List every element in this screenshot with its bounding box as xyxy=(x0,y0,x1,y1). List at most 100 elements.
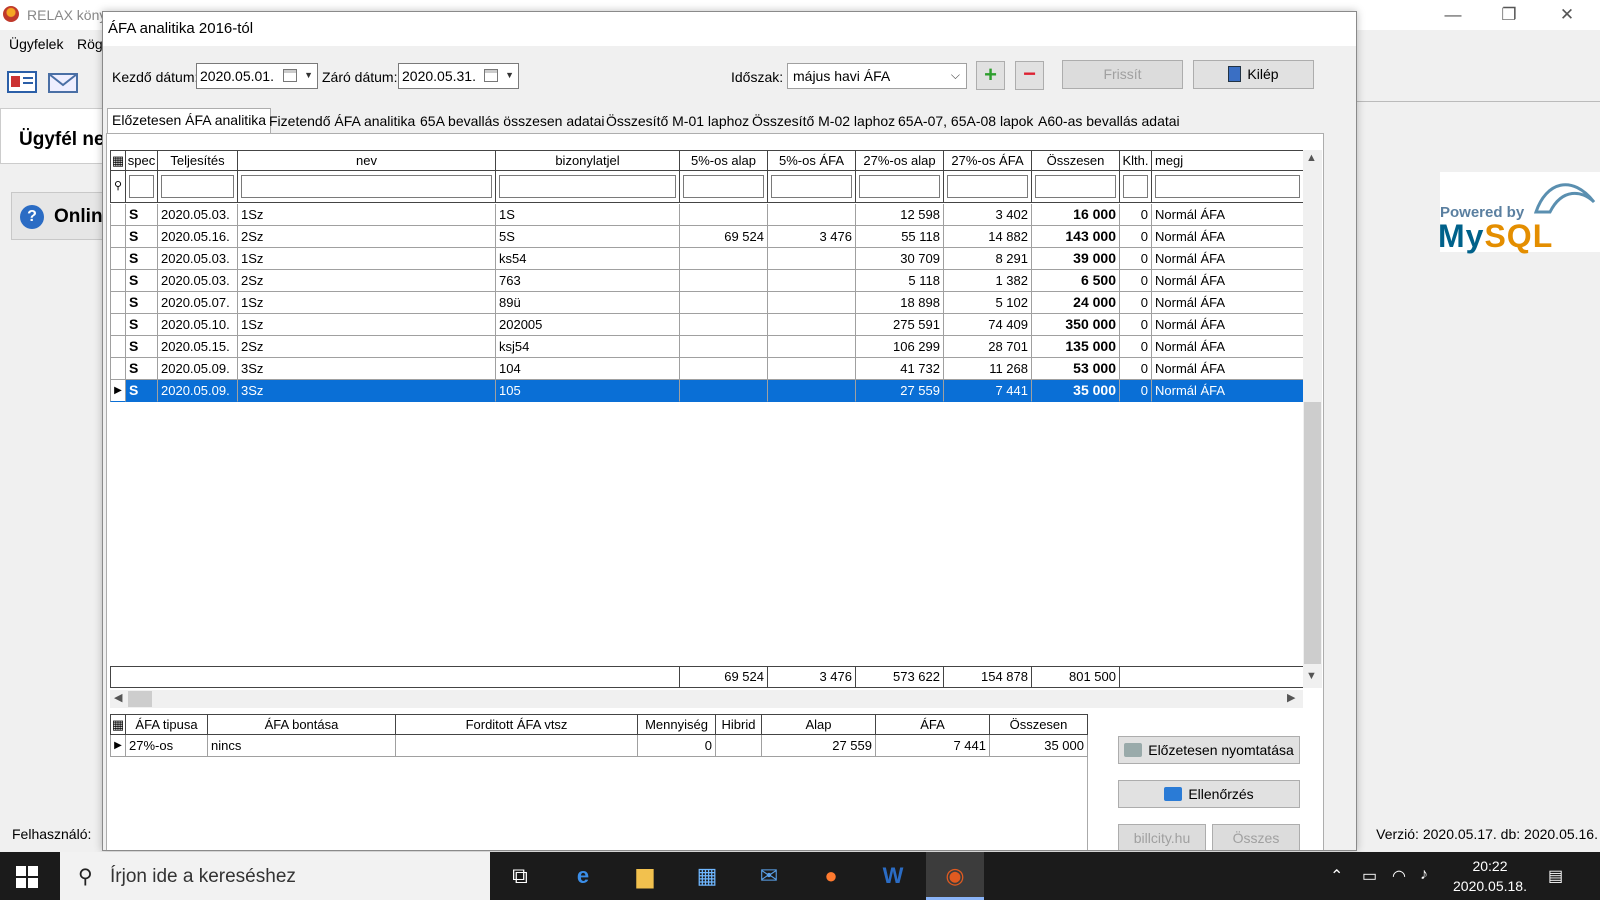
volume-icon[interactable]: ♪ xyxy=(1420,866,1428,884)
filter-alap5[interactable] xyxy=(680,171,768,203)
tab-m02[interactable]: Összesítő M-02 laphoz xyxy=(748,111,899,133)
filter-alap27[interactable] xyxy=(856,171,944,203)
end-date-picker[interactable]: 2020.05.31. ▼ xyxy=(398,63,519,89)
col-megj[interactable]: megj xyxy=(1152,150,1304,171)
grid-vertical-scrollbar[interactable]: ▲ ▼ xyxy=(1303,150,1322,688)
scroll-thumb[interactable] xyxy=(1304,402,1321,664)
col-klth[interactable]: Klth. xyxy=(1120,150,1152,171)
close-icon[interactable]: ✕ xyxy=(1544,2,1590,28)
filter-megj[interactable] xyxy=(1152,171,1304,203)
grid-horizontal-scrollbar[interactable]: ◀ ▶ xyxy=(110,690,1303,708)
chevron-up-icon[interactable]: ⌃ xyxy=(1330,866,1343,886)
wifi-icon[interactable]: ◠ xyxy=(1392,866,1406,886)
table-row[interactable]: S 2020.05.03. 1Sz 1S 12 598 3 402 16 000 0 Normá… xyxy=(110,204,1304,226)
tab-elozetesen[interactable]: Előzetesen ÁFA analitika xyxy=(107,108,272,134)
address-card-icon[interactable] xyxy=(6,68,40,98)
refresh-button[interactable]: Frissít xyxy=(1062,60,1183,89)
mail-icon[interactable]: ✉ xyxy=(740,852,798,900)
col-alap27[interactable]: 27%-os alap xyxy=(856,150,944,171)
table-row[interactable]: S 2020.05.10. 1Sz 202005 275 591 74 409 350 00… xyxy=(110,314,1304,336)
edge-icon[interactable]: e xyxy=(554,852,612,900)
table-row[interactable]: S 2020.05.07. 1Sz 89ü 18 898 5 102 24 000 0 Norm… xyxy=(110,292,1304,314)
table-row[interactable]: S 2020.05.03. 1Sz ks54 30 709 8 291 39 000 0 Nor… xyxy=(110,248,1304,270)
filter-osszesen[interactable] xyxy=(1032,171,1120,203)
notification-icon[interactable]: ▤ xyxy=(1548,866,1563,886)
filter-klth[interactable] xyxy=(1120,171,1152,203)
table-row[interactable]: ▶ S 2020.05.09. 3Sz 105 27 559 7 441 35 000 0 Nor… xyxy=(110,380,1304,402)
check-button[interactable]: Ellenőrzés xyxy=(1118,780,1300,808)
filter-afa5[interactable] xyxy=(768,171,856,203)
word-icon[interactable]: W xyxy=(864,852,922,900)
hscroll-thumb[interactable] xyxy=(128,691,152,707)
col-bizonylatjel[interactable]: bizonylatjel xyxy=(496,150,680,171)
table-row[interactable]: S 2020.05.03. 2Sz 763 5 118 1 382 6 500 0 Normál… xyxy=(110,270,1304,292)
cell-date: 2020.05.16. xyxy=(158,226,238,248)
firefox-icon[interactable]: ● xyxy=(802,852,860,900)
grid-settings-icon[interactable]: ▦ xyxy=(110,150,126,171)
col2-afa[interactable]: ÁFA xyxy=(876,714,990,735)
col-teljesites[interactable]: Teljesítés xyxy=(158,150,238,171)
col2-alap[interactable]: Alap xyxy=(762,714,876,735)
remove-period-button[interactable]: − xyxy=(1015,61,1044,90)
col2-bontas[interactable]: ÁFA bontása xyxy=(208,714,396,735)
table-row[interactable]: ▶ 27%-os nincs 0 27 559 7 441 35 000 xyxy=(110,735,1088,757)
grid2-settings-icon[interactable]: ▦ xyxy=(110,714,126,735)
taskbar-search[interactable]: ⚲ Írjon ide a kereséshez xyxy=(60,852,490,900)
tab-65a-07-08[interactable]: 65A-07, 65A-08 lapok xyxy=(894,111,1037,133)
filter-spec[interactable] xyxy=(126,171,158,203)
col-spec[interactable]: spec xyxy=(126,150,158,171)
col2-forditott[interactable]: Forditott ÁFA vtsz xyxy=(396,714,638,735)
table-row[interactable]: S 2020.05.09. 3Sz 104 41 732 11 268 53 000 0 Nor… xyxy=(110,358,1304,380)
all-button[interactable]: Összes xyxy=(1212,824,1300,850)
relax-app-icon[interactable]: ◉ xyxy=(926,852,984,900)
file-explorer-icon[interactable]: ▆ xyxy=(616,852,674,900)
exit-button[interactable]: Kilép xyxy=(1193,60,1314,89)
binoculars-icon[interactable]: ⚲ xyxy=(110,171,126,203)
tab-fizetendo[interactable]: Fizetendő ÁFA analitika xyxy=(265,111,419,133)
taskbar-clock[interactable]: 20:22 2020.05.18. xyxy=(1448,856,1532,896)
minimize-icon[interactable]: — xyxy=(1430,2,1476,28)
start-date-picker[interactable]: 2020.05.01. ▼ xyxy=(196,63,318,89)
col2-osszesen[interactable]: Összesen xyxy=(990,714,1088,735)
store-icon[interactable]: ▦ xyxy=(678,852,736,900)
tab-m01[interactable]: Összesítő M-01 laphoz xyxy=(602,111,753,133)
print-button[interactable]: Előzetesen nyomtatása xyxy=(1118,736,1300,764)
task-view-icon[interactable]: ⧉ xyxy=(491,852,549,900)
col2-tipus[interactable]: ÁFA tipusa xyxy=(126,714,208,735)
billcity-button[interactable]: billcity.hu xyxy=(1118,824,1206,850)
envelope-icon[interactable] xyxy=(47,68,81,98)
scroll-down-icon[interactable]: ▼ xyxy=(1306,670,1317,682)
table-row[interactable]: S 2020.05.15. 2Sz ksj54 106 299 28 701 135 000… xyxy=(110,336,1304,358)
row-indicator-cell xyxy=(110,270,126,292)
col2-mennyiseg[interactable]: Mennyiség xyxy=(638,714,716,735)
tab-a60[interactable]: A60-as bevallás adatai xyxy=(1034,111,1184,133)
vat-breakdown-grid[interactable]: ▦ ÁFA tipusa ÁFA bontása Forditott ÁFA v… xyxy=(110,714,1088,850)
online-help-button[interactable]: ? Onlin xyxy=(11,192,111,240)
windows-start-icon[interactable] xyxy=(16,866,38,888)
col2-hibrid[interactable]: Hibrid xyxy=(716,714,762,735)
scroll-up-icon[interactable]: ▲ xyxy=(1306,152,1317,164)
battery-icon[interactable]: ▭ xyxy=(1362,866,1377,886)
col-alap5[interactable]: 5%-os alap xyxy=(680,150,768,171)
menu-rogzites[interactable]: Rög xyxy=(77,36,103,52)
cell-date: 2020.05.09. xyxy=(158,380,238,402)
tab-65a-osszesen[interactable]: 65A bevallás összesen adatai xyxy=(416,111,608,133)
menu-ugyfelek[interactable]: Ügyfelek xyxy=(9,36,63,52)
col-nev[interactable]: nev xyxy=(238,150,496,171)
col-afa27[interactable]: 27%-os ÁFA xyxy=(944,150,1032,171)
col-osszesen[interactable]: Összesen xyxy=(1032,150,1120,171)
add-period-button[interactable]: + xyxy=(976,61,1005,90)
filter-teljesites[interactable] xyxy=(158,171,238,203)
restore-icon[interactable]: ❐ xyxy=(1486,2,1532,28)
col-afa5[interactable]: 5%-os ÁFA xyxy=(768,150,856,171)
period-select[interactable]: május havi ÁFA ⌵ xyxy=(787,63,967,89)
cell-ossz: 350 000 xyxy=(1032,314,1120,336)
filter-afa27[interactable] xyxy=(944,171,1032,203)
scroll-left-icon[interactable]: ◀ xyxy=(114,691,122,704)
filter-bizonylatjel[interactable] xyxy=(496,171,680,203)
filter-nev[interactable] xyxy=(238,171,496,203)
table-row[interactable]: S 2020.05.16. 2Sz 5S 69 524 3 476 55 118 14 882… xyxy=(110,226,1304,248)
scroll-right-icon[interactable]: ▶ xyxy=(1287,691,1295,704)
row-indicator-cell xyxy=(110,204,126,226)
analytics-grid[interactable]: ▦ spec Teljesítés nev bizonylatjel 5%-os… xyxy=(110,150,1304,690)
